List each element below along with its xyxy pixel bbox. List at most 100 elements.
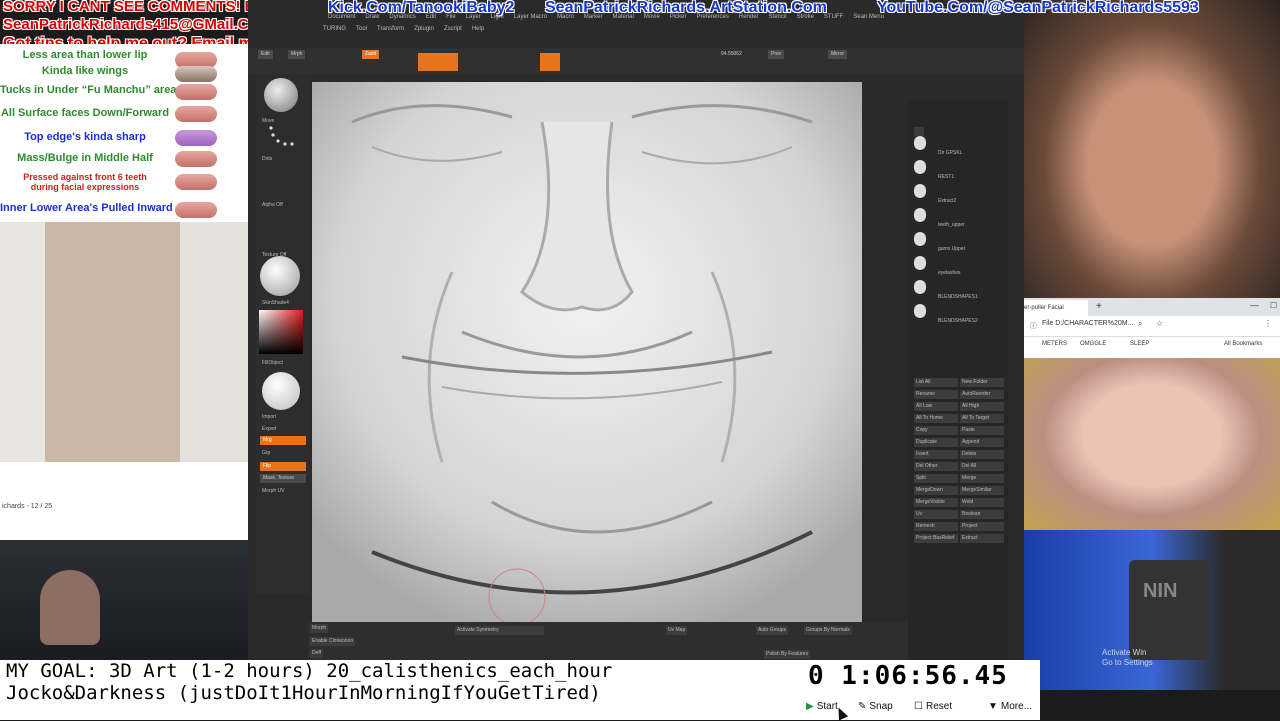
subtool-action-button[interactable]: Project BasRelief (914, 534, 958, 543)
goal-panel: MY GOAL: 3D Art (1-2 hours) 20_calisthen… (0, 660, 800, 720)
subtool-action-button[interactable]: All To Home (914, 414, 958, 423)
subtool-action-button[interactable]: Project (960, 522, 1004, 531)
draw-button[interactable] (418, 53, 438, 71)
bottom-button[interactable]: Enable Cloneonon (310, 637, 356, 646)
subtool-item-label[interactable]: BLENDSHAPES2 (938, 318, 978, 324)
subtool-action-button[interactable]: Remesh (914, 522, 958, 531)
subtool-thumbnail[interactable] (914, 280, 926, 294)
toolbar-button[interactable]: Prev (768, 50, 785, 59)
subtool-thumbnail[interactable] (914, 160, 926, 174)
subtool-thumbnail[interactable] (914, 256, 926, 270)
sculpt-viewport[interactable] (312, 82, 862, 622)
activate-symmetry-button[interactable]: Activate Symmetry (455, 626, 544, 635)
subtool-action-button[interactable]: Uv (914, 510, 958, 519)
zbrush-menu-item[interactable]: Transform (377, 26, 404, 32)
subtool-thumbnail[interactable] (914, 208, 926, 222)
toolbar-button[interactable]: Mirror (828, 50, 848, 59)
zbrush-menu-item[interactable]: Help (472, 26, 484, 32)
subtool-action-button[interactable]: Split (914, 474, 958, 483)
subtool-item-label[interactable]: Dir GPSKL (938, 150, 962, 156)
subtool-action-button[interactable]: AutoReorder (960, 390, 1004, 399)
snap-button[interactable]: ✎ Snap (858, 698, 893, 716)
subtool-action-button[interactable]: Rename (914, 390, 958, 399)
subtool-thumbnail[interactable] (914, 184, 926, 198)
webcam-right: NIN Activate Win Go to Settings (1024, 530, 1280, 690)
subtool-action-button[interactable]: Boolean (960, 510, 1004, 519)
subtool-item-label[interactable]: teeth_upper (938, 222, 965, 228)
left-shelf-active-button[interactable]: Mrg (260, 436, 306, 445)
subtool-action-button[interactable]: Del All (960, 462, 1004, 471)
subtool-action-button[interactable]: Copy (914, 426, 958, 435)
address-bar[interactable]: ⓘ File D:/CHARACTER%20M... ⌕ ☆ ⋮ (1024, 316, 1280, 337)
subtool-item-label[interactable]: eyelashes (938, 270, 961, 276)
zbrush-menu-item[interactable]: Zscript (444, 26, 462, 32)
bottom-button[interactable]: Uv Map (666, 626, 688, 635)
lip-note: Mass/Bulge in Middle Half (17, 152, 153, 164)
toolbar-active-button[interactable]: Zadd (362, 50, 380, 59)
subtool-action-button[interactable]: Paste (960, 426, 1004, 435)
star-icon[interactable]: ☆ (1156, 319, 1163, 328)
subtool-action-button[interactable]: Append (960, 438, 1004, 447)
subtool-action-button[interactable]: MergeDown (914, 486, 958, 495)
subtool-action-button[interactable]: New Folder (960, 378, 1004, 387)
bookmark-item[interactable]: METERS (1042, 341, 1067, 347)
material-sphere[interactable] (262, 372, 300, 410)
subtool-item-label[interactable]: gums Upper (938, 246, 965, 252)
bookmark-item[interactable]: SLEEP (1130, 341, 1149, 347)
subtool-thumbnail[interactable] (914, 136, 926, 150)
subtool-item-label[interactable]: BLENDSHAPES1 (938, 294, 978, 300)
browser-tab[interactable]: er-puller Facial (1024, 300, 1088, 316)
subtool-action-button[interactable]: Extract (960, 534, 1004, 543)
subtool-action-button[interactable]: Weld (960, 498, 1004, 507)
groups-by-normals-button[interactable]: Groups By Normals (804, 626, 852, 635)
subtool-action-button[interactable]: MergeVisible (914, 498, 958, 507)
bottom-button[interactable]: Morph (310, 624, 329, 633)
all-bookmarks[interactable]: All Bookmarks (1224, 341, 1262, 347)
material-preview[interactable] (260, 256, 300, 296)
reset-button[interactable]: ☐ Reset (914, 698, 952, 716)
bookmark-item[interactable]: OMGGLE (1080, 341, 1106, 347)
bottom-button[interactable]: Deff (310, 649, 324, 658)
subtool-action-button[interactable]: All To Target (960, 414, 1004, 423)
minimize-icon[interactable]: — (1250, 300, 1259, 310)
subtool-visibility[interactable] (914, 127, 924, 136)
zbrush-menu-bar-2[interactable]: TURING Tool Transform Zplugin Zscript Help (323, 26, 494, 32)
search-icon[interactable]: ⌕ (1138, 319, 1142, 329)
subtool-thumbnail[interactable] (914, 304, 926, 318)
maximize-icon[interactable]: ☐ (1270, 301, 1277, 310)
left-shelf-button[interactable]: Mask, Texture (260, 474, 306, 483)
left-shelf-active-button[interactable]: Flip (260, 462, 306, 471)
polish-by-features-button[interactable]: Polish By Features (764, 650, 810, 659)
auto-groups-button[interactable]: Auto Groups (756, 626, 789, 635)
lip-note: Tucks in Under “Fu Manchu” area (0, 84, 177, 96)
new-tab-icon[interactable]: + (1096, 301, 1102, 312)
zbrush-menu-item[interactable]: Layer Macro (514, 14, 547, 20)
subtool-action-button[interactable]: Delete (960, 450, 1004, 459)
subtool-action-button[interactable]: Del Other (914, 462, 958, 471)
zbrush-menu-item[interactable]: Tool (356, 26, 367, 32)
subtool-action-button[interactable]: All High (960, 402, 1004, 411)
stroke-preview[interactable] (266, 124, 296, 152)
more-button[interactable]: ▼ More... (988, 698, 1032, 716)
reference-photo-right-top (1024, 0, 1280, 298)
toolbar-button[interactable]: Edit (258, 50, 273, 59)
subtool-thumbnail[interactable] (914, 232, 926, 246)
zbrush-menu-item[interactable]: Zplugin (414, 26, 434, 32)
subtool-action-button[interactable]: Duplicate (914, 438, 958, 447)
move-button[interactable] (438, 53, 458, 71)
zbrush-menu-item[interactable]: TURING (323, 26, 346, 32)
subtool-action-button[interactable]: Merge (960, 474, 1004, 483)
start-button[interactable]: ▶ Start (806, 698, 838, 716)
brush-preview[interactable] (264, 78, 298, 112)
subtool-action-button[interactable]: Insert (914, 450, 958, 459)
subtool-action-button[interactable]: List All (914, 378, 958, 387)
subtool-action-button[interactable]: All Low (914, 402, 958, 411)
color-picker[interactable] (259, 310, 303, 354)
subtool-item-label[interactable]: Extract2 (938, 198, 956, 204)
subtool-action-button[interactable]: MergeSimilar (960, 486, 1004, 495)
menu-icon[interactable]: ⋮ (1264, 319, 1272, 328)
rgb-button[interactable] (540, 53, 560, 71)
subtool-panel: Dir GPSKL REST1 Extract2 teeth_uppergums Up… (908, 100, 1008, 660)
toolbar-button[interactable]: Mrph (288, 50, 306, 59)
subtool-item-label[interactable]: REST1 (938, 174, 954, 180)
